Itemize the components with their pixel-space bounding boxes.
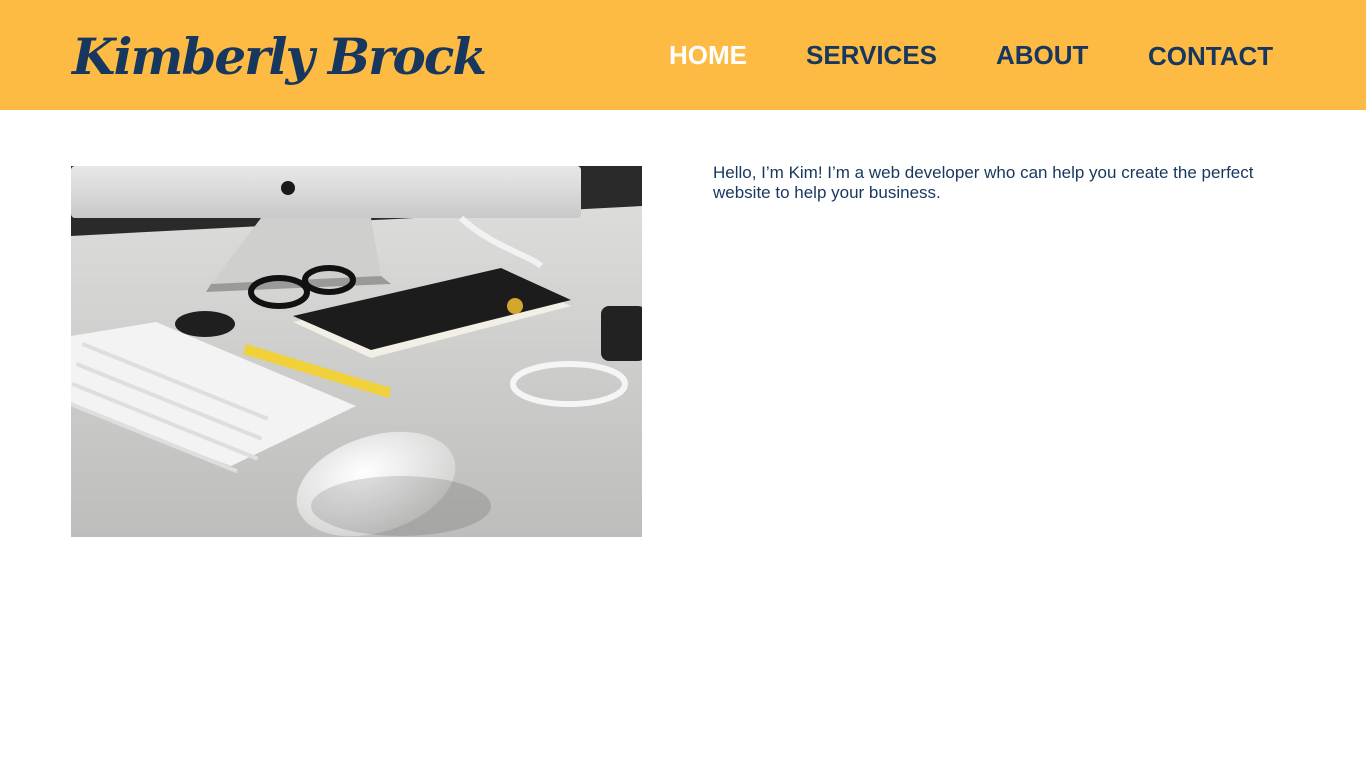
nav-link-services[interactable]: SERVICES (806, 40, 937, 71)
intro-paragraph: Hello, I’m Kim! I’m a web developer who … (713, 163, 1254, 202)
nav-link-home[interactable]: HOME (669, 40, 747, 71)
site-logo[interactable]: Kimberly Brock (72, 22, 487, 92)
site-header: Kimberly Brock HOME SERVICES ABOUT CONTA… (0, 0, 1366, 110)
hero-image-desk-workspace (71, 166, 642, 537)
desk-photo-illustration (71, 166, 642, 537)
nav-link-about[interactable]: ABOUT (996, 40, 1088, 71)
nav-link-contact[interactable]: CONTACT (1148, 41, 1273, 72)
main-nav: HOME SERVICES ABOUT CONTACT (646, 0, 1366, 110)
